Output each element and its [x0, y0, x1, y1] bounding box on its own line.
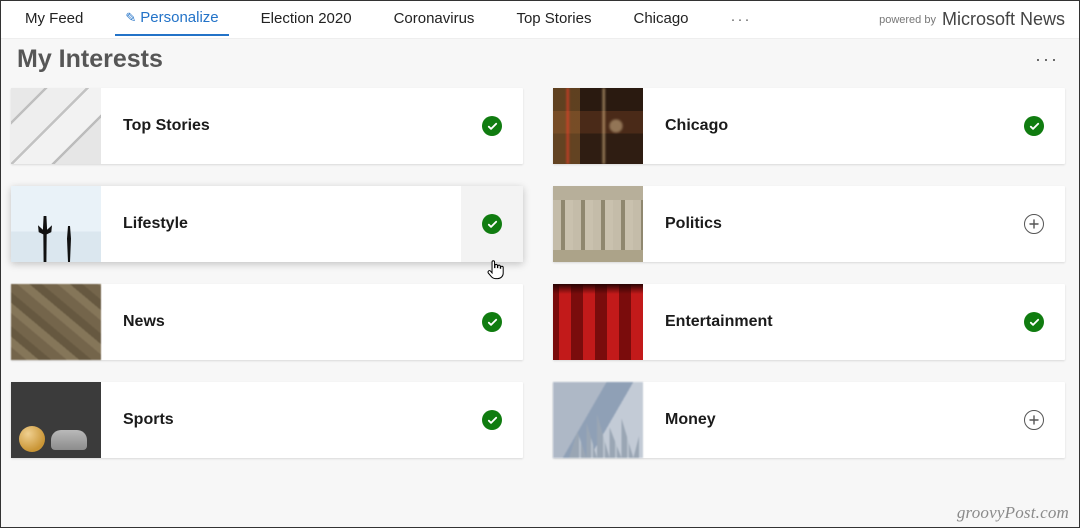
interest-thumbnail — [11, 284, 101, 360]
interest-thumbnail — [553, 284, 643, 360]
interest-thumbnail — [553, 382, 643, 458]
tab-election-2020[interactable]: Election 2020 — [251, 4, 362, 35]
check-circle-icon — [482, 116, 502, 136]
interest-selected-toggle[interactable] — [461, 88, 523, 164]
tab-top-stories[interactable]: Top Stories — [506, 4, 601, 35]
watermark: groovyPost.com — [957, 503, 1069, 523]
interest-thumbnail — [11, 382, 101, 458]
top-nav: My Feed ✎ Personalize Election 2020 Coron… — [1, 1, 1079, 39]
tab-chicago[interactable]: Chicago — [623, 4, 698, 35]
interest-thumbnail — [11, 186, 101, 262]
interest-card[interactable]: Money — [553, 382, 1065, 458]
interest-card[interactable]: News — [11, 284, 523, 360]
interest-title: News — [101, 313, 461, 331]
interest-card[interactable]: Chicago — [553, 88, 1065, 164]
interest-selected-toggle[interactable] — [461, 382, 523, 458]
interest-selected-toggle[interactable] — [1003, 284, 1065, 360]
interest-selected-toggle[interactable] — [461, 186, 523, 262]
check-circle-icon — [482, 214, 502, 234]
interest-add-toggle[interactable] — [1003, 186, 1065, 262]
interest-title: Sports — [101, 411, 461, 429]
nav-more-button[interactable]: ··· — [727, 7, 756, 32]
interest-selected-toggle[interactable] — [461, 284, 523, 360]
interest-title: Top Stories — [101, 117, 461, 135]
powered-by-label: powered by — [879, 14, 936, 26]
interest-card[interactable]: Top Stories — [11, 88, 523, 164]
check-circle-icon — [1024, 116, 1044, 136]
interest-title: Politics — [643, 215, 1003, 233]
tab-coronavirus[interactable]: Coronavirus — [384, 4, 485, 35]
tab-personalize[interactable]: ✎ Personalize — [115, 3, 228, 36]
interest-add-toggle[interactable] — [1003, 382, 1065, 458]
pencil-icon: ✎ — [125, 10, 136, 25]
interest-title: Money — [643, 411, 1003, 429]
interest-title: Lifestyle — [101, 215, 461, 233]
interest-thumbnail — [11, 88, 101, 164]
interest-card[interactable]: Sports — [11, 382, 523, 458]
tab-my-feed[interactable]: My Feed — [15, 4, 93, 35]
tab-personalize-label: Personalize — [140, 9, 218, 26]
page-title: My Interests — [17, 45, 1031, 74]
check-circle-icon — [482, 410, 502, 430]
interests-grid: Top Stories Chicago Lifestyle Politics News E… — [1, 76, 1079, 458]
interest-card[interactable]: Entertainment — [553, 284, 1065, 360]
interest-title: Chicago — [643, 117, 1003, 135]
interest-selected-toggle[interactable] — [1003, 88, 1065, 164]
interest-title: Entertainment — [643, 313, 1003, 331]
interest-thumbnail — [553, 88, 643, 164]
plus-circle-icon — [1024, 410, 1044, 430]
heading-row: My Interests ··· — [1, 39, 1079, 76]
heading-more-button[interactable]: ··· — [1031, 45, 1063, 74]
check-circle-icon — [482, 312, 502, 332]
interest-card[interactable]: Politics — [553, 186, 1065, 262]
brand-label: Microsoft News — [942, 9, 1065, 30]
interest-card[interactable]: Lifestyle — [11, 186, 523, 262]
check-circle-icon — [1024, 312, 1044, 332]
interest-thumbnail — [553, 186, 643, 262]
plus-circle-icon — [1024, 214, 1044, 234]
